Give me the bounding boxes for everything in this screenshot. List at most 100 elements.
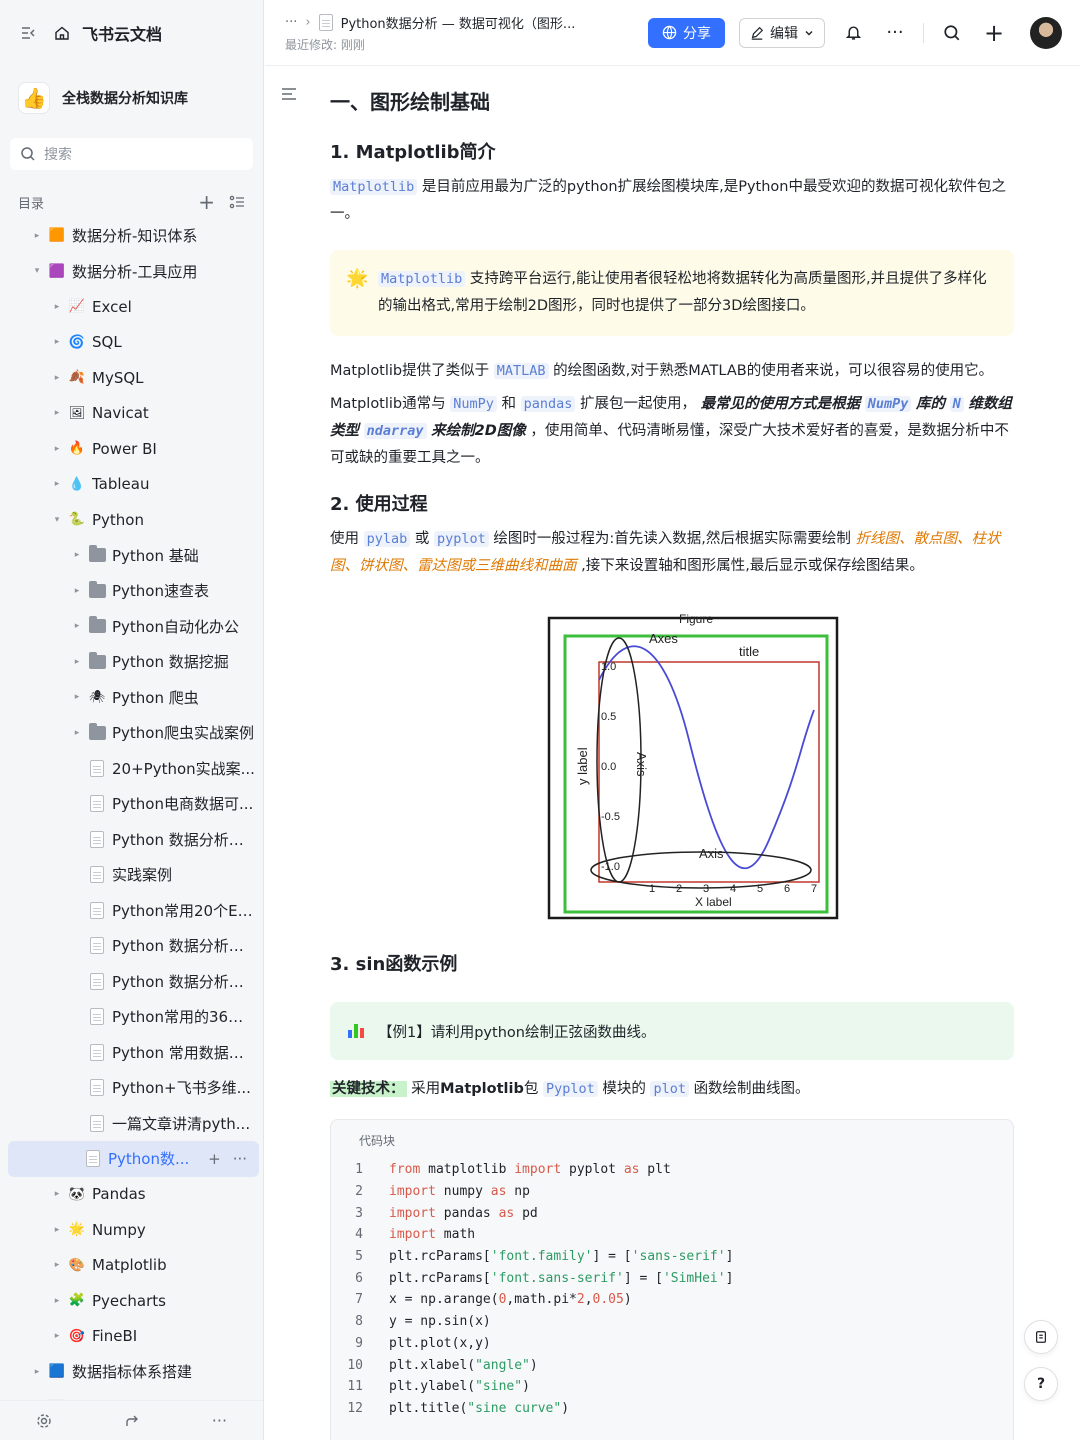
chevron-right-icon[interactable]: ▸: [50, 302, 64, 312]
tree-item[interactable]: ▸ 🎨 Matplotlib: [0, 1248, 263, 1284]
chevron-right-icon[interactable]: ▸: [70, 621, 84, 631]
code-token: 2: [576, 1292, 585, 1308]
app-title[interactable]: 飞书云文档: [82, 21, 162, 45]
add-icon[interactable]: +: [198, 190, 215, 214]
tree-item-label: 数据分析-知识体系: [72, 227, 198, 246]
home-icon[interactable]: [54, 25, 70, 41]
tree-item-label: Python: [92, 510, 144, 529]
text: 是目前应用最为广泛的python扩展绘图模块库,是Python中最受欢迎的数据可…: [330, 179, 1006, 222]
tree-item[interactable]: Python+飞书多维...: [0, 1070, 263, 1106]
code-block[interactable]: 代码块 1 from matplotlib import pyplot as pl…: [330, 1119, 1014, 1440]
code-token: plt.plot(x,y): [389, 1335, 491, 1351]
tree-item[interactable]: Python 数据分析与...: [0, 928, 263, 964]
text: 的绘图函数,对于熟悉MATLAB的使用者来说，可以很容易的使用它。: [553, 363, 994, 379]
doc-title[interactable]: Python数据分析 — 数据可视化（图形...: [341, 13, 576, 32]
more-icon[interactable]: ···: [233, 1150, 247, 1168]
tree-item[interactable]: ▸ 🐼 Pandas: [0, 1177, 263, 1213]
tree-item[interactable]: ▸ 🌀 SQL: [0, 325, 263, 361]
tree-item[interactable]: ▸ 📈 Excel: [0, 289, 263, 325]
share-out-icon[interactable]: [124, 1413, 140, 1429]
tree-item[interactable]: ▸ Python 基础: [0, 538, 263, 574]
settings-icon[interactable]: [36, 1413, 52, 1429]
chevron-right-icon[interactable]: ▸: [70, 586, 84, 596]
tree-item[interactable]: ▸ 🟦 数据指标体系搭建: [0, 1354, 263, 1390]
line-number: 10: [347, 1357, 363, 1373]
chevron-right-icon[interactable]: ▸: [50, 479, 64, 489]
plus-icon[interactable]: +: [980, 19, 1008, 47]
code-token: 'SimHei': [662, 1270, 726, 1286]
bell-icon[interactable]: [839, 19, 867, 47]
chevron-right-icon[interactable]: ▸: [50, 1225, 64, 1235]
edit-button[interactable]: 编辑: [739, 17, 825, 48]
more-options-icon[interactable]: ···: [881, 19, 909, 47]
chevron-right-icon: ›: [305, 14, 311, 30]
tree-item-label: Python电商数据可...: [112, 795, 254, 814]
x-axis-annotation: Axis: [699, 846, 724, 861]
doc-info-button[interactable]: [1024, 1320, 1058, 1354]
chevron-right-icon[interactable]: ▸: [50, 1296, 64, 1306]
tree-item[interactable]: ▸ 🕷 Python 爬虫: [0, 680, 263, 716]
search-icon[interactable]: [938, 19, 966, 47]
tree-item[interactable]: ▾ 🟪 数据分析-工具应用: [0, 254, 263, 290]
chevron-down-icon[interactable]: ▾: [30, 266, 44, 276]
tree-item[interactable]: ▸ 💧 Tableau: [0, 467, 263, 503]
tree-item[interactable]: Python 常用数据结...: [0, 1035, 263, 1071]
code-token: import: [389, 1184, 436, 1200]
tree-item[interactable]: ▸ Python 数据挖掘: [0, 644, 263, 680]
chevron-right-icon[interactable]: ▸: [50, 408, 64, 418]
tree-item[interactable]: ▾ 🐍 Python: [0, 502, 263, 538]
avatar[interactable]: [1030, 16, 1062, 49]
chevron-right-icon[interactable]: ▸: [30, 231, 44, 241]
tree-item[interactable]: Python 数据分析与...: [0, 964, 263, 1000]
tree-item[interactable]: ▸ Python爬虫实战案例: [0, 715, 263, 751]
chevron-right-icon[interactable]: ▸: [70, 692, 84, 702]
chevron-right-icon[interactable]: ▸: [70, 728, 84, 738]
more-icon[interactable]: ···: [212, 1411, 227, 1430]
tree-item[interactable]: 实践案例: [0, 857, 263, 893]
add-child-icon[interactable]: +: [208, 1150, 221, 1168]
tree-item[interactable]: ▸ 🎯 FineBI: [0, 1319, 263, 1355]
tree-item[interactable]: ▸ Python自动化办公: [0, 609, 263, 645]
pencil-icon: [751, 26, 764, 40]
chevron-right-icon[interactable]: ▸: [30, 1367, 44, 1377]
tree-item[interactable]: ▸ 🟧 数据分析-知识体系: [0, 218, 263, 254]
tree-item[interactable]: ▸ 🔥 Power BI: [0, 431, 263, 467]
text: Matplotlib提供了类似于: [330, 363, 490, 379]
chevron-right-icon[interactable]: ▸: [50, 373, 64, 383]
chevron-right-icon[interactable]: ▸: [50, 337, 64, 347]
knowledge-base-header[interactable]: 👍 全栈数据分析知识库: [12, 74, 251, 122]
header-divider: [923, 22, 924, 43]
text: ,接下来设置轴和图形属性,最后显示或保存绘图结果。: [581, 558, 924, 574]
search-input[interactable]: 搜索: [10, 138, 253, 170]
list-options-icon[interactable]: [229, 194, 245, 210]
chevron-right-icon[interactable]: ▸: [50, 1331, 64, 1341]
tree-item[interactable]: Python常用的36种...: [0, 999, 263, 1035]
chevron-right-icon[interactable]: ▸: [50, 1189, 64, 1199]
chevron-right-icon[interactable]: ▸: [70, 550, 84, 560]
chevron-down-icon[interactable]: ▾: [50, 515, 64, 525]
tree-item[interactable]: ▸ Python速查表: [0, 573, 263, 609]
tree-item[interactable]: Python 数据分析与...: [0, 822, 263, 858]
tree-item[interactable]: 一篇文章讲清pyth...: [0, 1106, 263, 1142]
breadcrumb-more[interactable]: ···: [285, 15, 297, 30]
tree-item[interactable]: Python常用20个Ex...: [0, 893, 263, 929]
chevron-right-icon[interactable]: ▸: [70, 657, 84, 667]
help-button[interactable]: ?: [1024, 1367, 1058, 1401]
tree-item-label: Navicat: [92, 404, 149, 423]
toc-label: 目录: [18, 196, 45, 212]
collapse-sidebar-icon[interactable]: [20, 25, 36, 41]
tree-item[interactable]: ▸ 🍂 MySQL: [0, 360, 263, 396]
tree-item[interactable]: ▸ 🌟 Numpy: [0, 1212, 263, 1248]
matplotlib-anatomy-image[interactable]: 1.0 0.5 0.0 -0.5 -1.0 1 2 3 4 5 6 7 Figure Axes ti…: [539, 600, 845, 928]
code-token: 'font.family': [490, 1249, 593, 1265]
outline-icon[interactable]: [280, 86, 298, 106]
share-button[interactable]: 分享: [648, 17, 725, 48]
tree-item[interactable]: Python数... + ···: [8, 1141, 259, 1177]
tree-item[interactable]: ▸ 🧩 Pyecharts: [0, 1283, 263, 1319]
tree-item[interactable]: 20+Python实战案...: [0, 751, 263, 787]
tree-item[interactable]: ▸ 🖼 Navicat: [0, 396, 263, 432]
line-number: 11: [347, 1379, 363, 1395]
chevron-right-icon[interactable]: ▸: [50, 1260, 64, 1270]
tree-item[interactable]: Python电商数据可...: [0, 786, 263, 822]
chevron-right-icon[interactable]: ▸: [50, 444, 64, 454]
